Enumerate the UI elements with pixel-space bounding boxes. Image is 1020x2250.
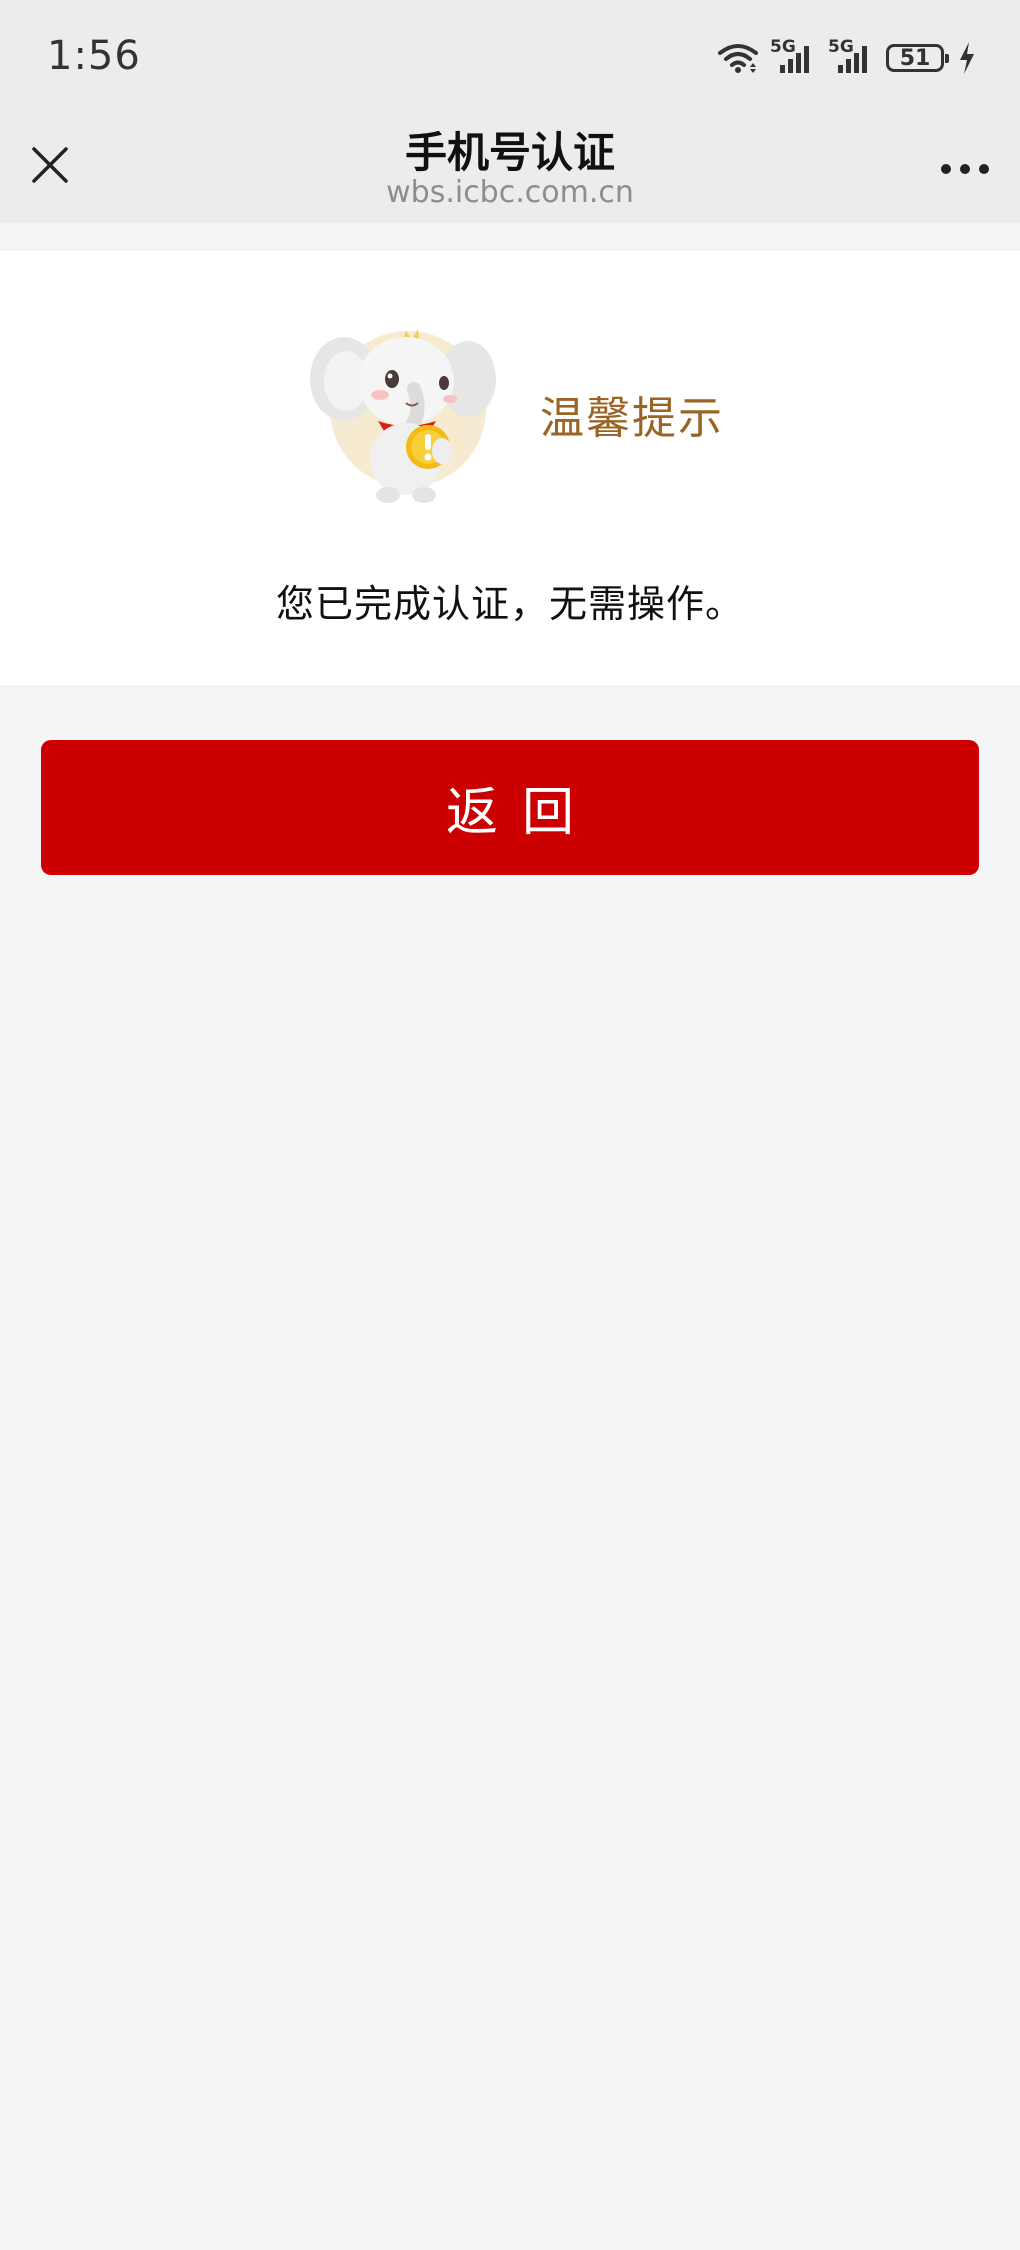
nav-bar: 手机号认证 wbs.icbc.com.cn: [0, 115, 1020, 223]
status-icons: 5G 5G 51: [706, 37, 976, 78]
page-url: wbs.icbc.com.cn: [386, 175, 634, 210]
page-title: 手机号认证: [404, 128, 615, 177]
signal-icon: [838, 46, 867, 73]
battery-indicator: 51: [886, 44, 949, 72]
wifi-icon: [718, 44, 758, 73]
signal-group-1: 5G: [770, 37, 818, 75]
more-button[interactable]: [930, 139, 1000, 199]
signal-icon: [780, 46, 809, 73]
charging-icon: [960, 42, 974, 74]
status-time: 1:56: [47, 33, 141, 79]
elephant-mascot: [310, 329, 496, 503]
notice-title: 温馨提示: [540, 393, 724, 444]
more-icon: [941, 164, 989, 174]
notice-message: 您已完成认证，无需操作。: [275, 582, 744, 626]
status-bar: 1:56 5G 5G 51: [0, 0, 1020, 115]
battery-level: 51: [899, 45, 931, 71]
back-button[interactable]: 返回: [41, 740, 979, 875]
signal-group-2: 5G: [828, 37, 876, 75]
notice-card: 温馨提示 您已完成认证，无需操作。: [0, 251, 1020, 685]
